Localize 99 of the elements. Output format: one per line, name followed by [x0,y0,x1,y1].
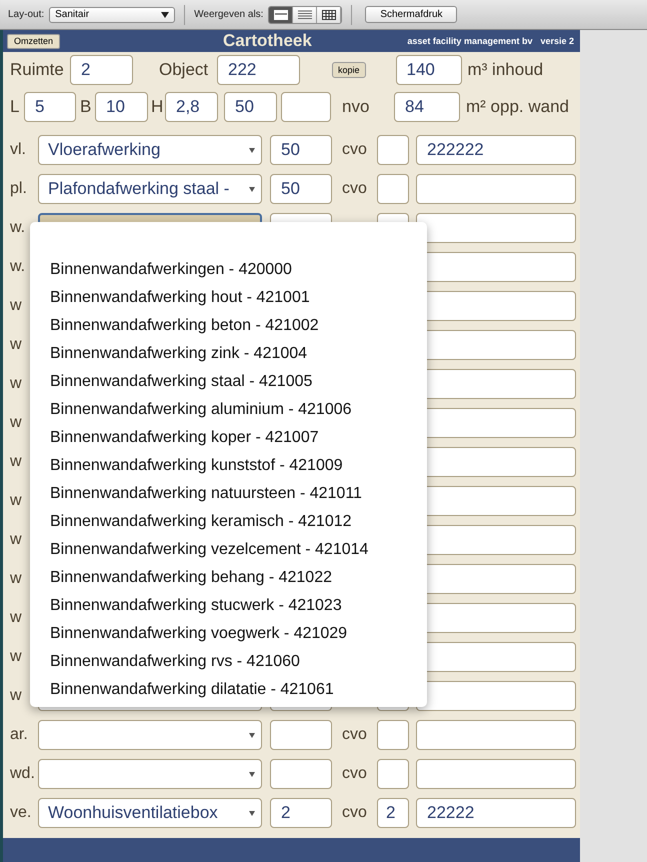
row-label: w [10,336,23,354]
dropdown-option[interactable]: Binnenwandafwerking natuursteen - 421011 [30,480,427,508]
cvo-label: cvo [342,180,368,198]
layout-label: Lay-out: [8,9,44,20]
version-label: versie 2 [540,36,574,46]
code-field[interactable] [416,213,576,243]
cvo-label: cvo [342,765,368,783]
volume-field[interactable]: 140 [396,55,462,85]
empty-field[interactable] [281,92,331,122]
code-field[interactable] [416,759,576,789]
dropdown-option[interactable]: Binnenwandafwerking aluminium - 421006 [30,396,427,424]
object-label: Object [159,60,210,80]
select-field[interactable] [38,759,262,789]
width-label: B [80,97,92,117]
height-label: H [151,97,164,117]
area-label: m² opp. wand [466,97,569,117]
row-label: ve. [10,804,32,822]
form-view-icon [274,10,288,20]
number-field[interactable] [270,759,332,789]
volume-label: m³ inhoud [468,60,544,80]
width-field[interactable]: 10 [95,92,148,122]
code-field[interactable] [416,720,576,750]
dropdown-caret-icon [249,732,255,738]
dropdown-caret-icon [249,148,255,152]
code-field[interactable]: 222222 [416,135,576,165]
row-label: w. [10,258,26,276]
list-view-icon [298,10,312,20]
row-label: w [10,414,23,432]
company-name: asset facility management bv [407,36,532,46]
row-label: w. [10,219,26,237]
dropdown-caret-icon [249,186,255,192]
view-mode-button[interactable] [317,6,342,22]
dropdown-option[interactable]: Binnenwandafwerking behang - 421022 [30,564,427,592]
row-label: w [10,648,23,666]
length-label: L [10,97,20,117]
dropdown-option[interactable]: Binnenwandafwerking koper - 421007 [30,424,427,452]
row-label: w [10,375,23,393]
code-field[interactable] [416,681,576,711]
convert-button[interactable]: Omzetten [7,34,60,48]
dropdown-option[interactable]: Binnenwandafwerking kunststof - 421009 [30,452,427,480]
dropdown-option[interactable]: Binnenwandafwerking dilatatie - 421061 [30,676,427,704]
dropdown-option[interactable]: Binnenwandafwerking beton - 421002 [30,312,427,340]
row-label: w [10,609,23,627]
row-label: w [10,531,23,549]
row-label: w [10,453,23,471]
cvo-label: cvo [342,804,368,822]
row-label: vl. [10,141,27,159]
select-field[interactable] [38,720,262,750]
dropdown-option[interactable]: Binnenwandafwerking zink - 421004 [30,340,427,368]
room-label: Ruimte [10,60,65,80]
layout-select[interactable]: Sanitair [49,6,176,22]
dropdown-option[interactable]: Binnenwandafwerking hout - 421001 [30,284,427,312]
cvo-field[interactable] [377,759,409,789]
number-field[interactable]: 50 [270,174,332,204]
cvo-field[interactable]: 2 [377,798,409,828]
table-view-icon [322,10,336,20]
select-field[interactable]: Woonhuisventilatiebox [38,798,262,828]
dropdown-option[interactable]: Binnenwandafwerking vezelcement - 421014 [30,536,427,564]
number-field[interactable]: 50 [270,135,332,165]
number-field[interactable] [270,720,332,750]
dropdown-option[interactable]: Binnenwandafwerking stucwerk - 421023 [30,592,427,620]
print-button[interactable]: Schermafdruk [365,6,458,23]
dropdown-option[interactable]: Binnenwandafwerkingen - 420000 [30,256,427,284]
row-label: pl. [10,180,28,198]
room-field[interactable]: 2 [70,55,133,85]
cvo-field[interactable] [377,135,409,165]
height-field[interactable]: 2,8 [165,92,218,122]
view-mode-button[interactable] [269,6,294,22]
cvo-field[interactable] [377,174,409,204]
row-label: w [10,570,23,588]
row-label: w [10,492,23,510]
cvo-label: cvo [342,141,368,159]
select-field[interactable]: Vloerafwerking [38,135,262,165]
area-field[interactable]: 84 [394,92,460,122]
length-field[interactable]: 5 [24,92,76,122]
dropdown-caret-icon [249,810,255,816]
dropdown-option[interactable]: Binnenwandafwerking voegwerk - 421029 [30,620,427,648]
row-label: w [10,687,23,705]
copy-button[interactable]: kopie [332,62,366,78]
row-label: ar. [10,726,29,744]
number-field[interactable]: 2 [270,798,332,828]
code-field[interactable] [416,174,576,204]
value-field[interactable]: 50 [224,92,277,122]
object-field[interactable]: 222 [217,55,300,85]
app-title: Cartotheek [223,31,312,51]
dropdown-caret-icon [249,772,255,776]
code-field[interactable]: 22222 [416,798,576,828]
row-label: w [10,297,23,315]
select-field[interactable]: Plafondafwerking staal - [38,174,262,204]
dropdown-option[interactable]: Binnenwandafwerking keramisch - 421012 [30,508,427,536]
dropdown-option[interactable]: Binnenwandafwerking rvs - 421060 [30,648,427,676]
row-label: wd. [10,765,36,783]
cvo-label: cvo [342,726,368,744]
dropdown-option[interactable]: Binnenwandafwerking staal - 421005 [30,368,427,396]
cvo-field[interactable] [377,720,409,750]
view-label: Weergeven als: [194,9,264,20]
dropdown-caret-icon [161,12,170,18]
view-mode-button[interactable] [293,6,318,22]
nvo-label: nvo [342,97,370,117]
